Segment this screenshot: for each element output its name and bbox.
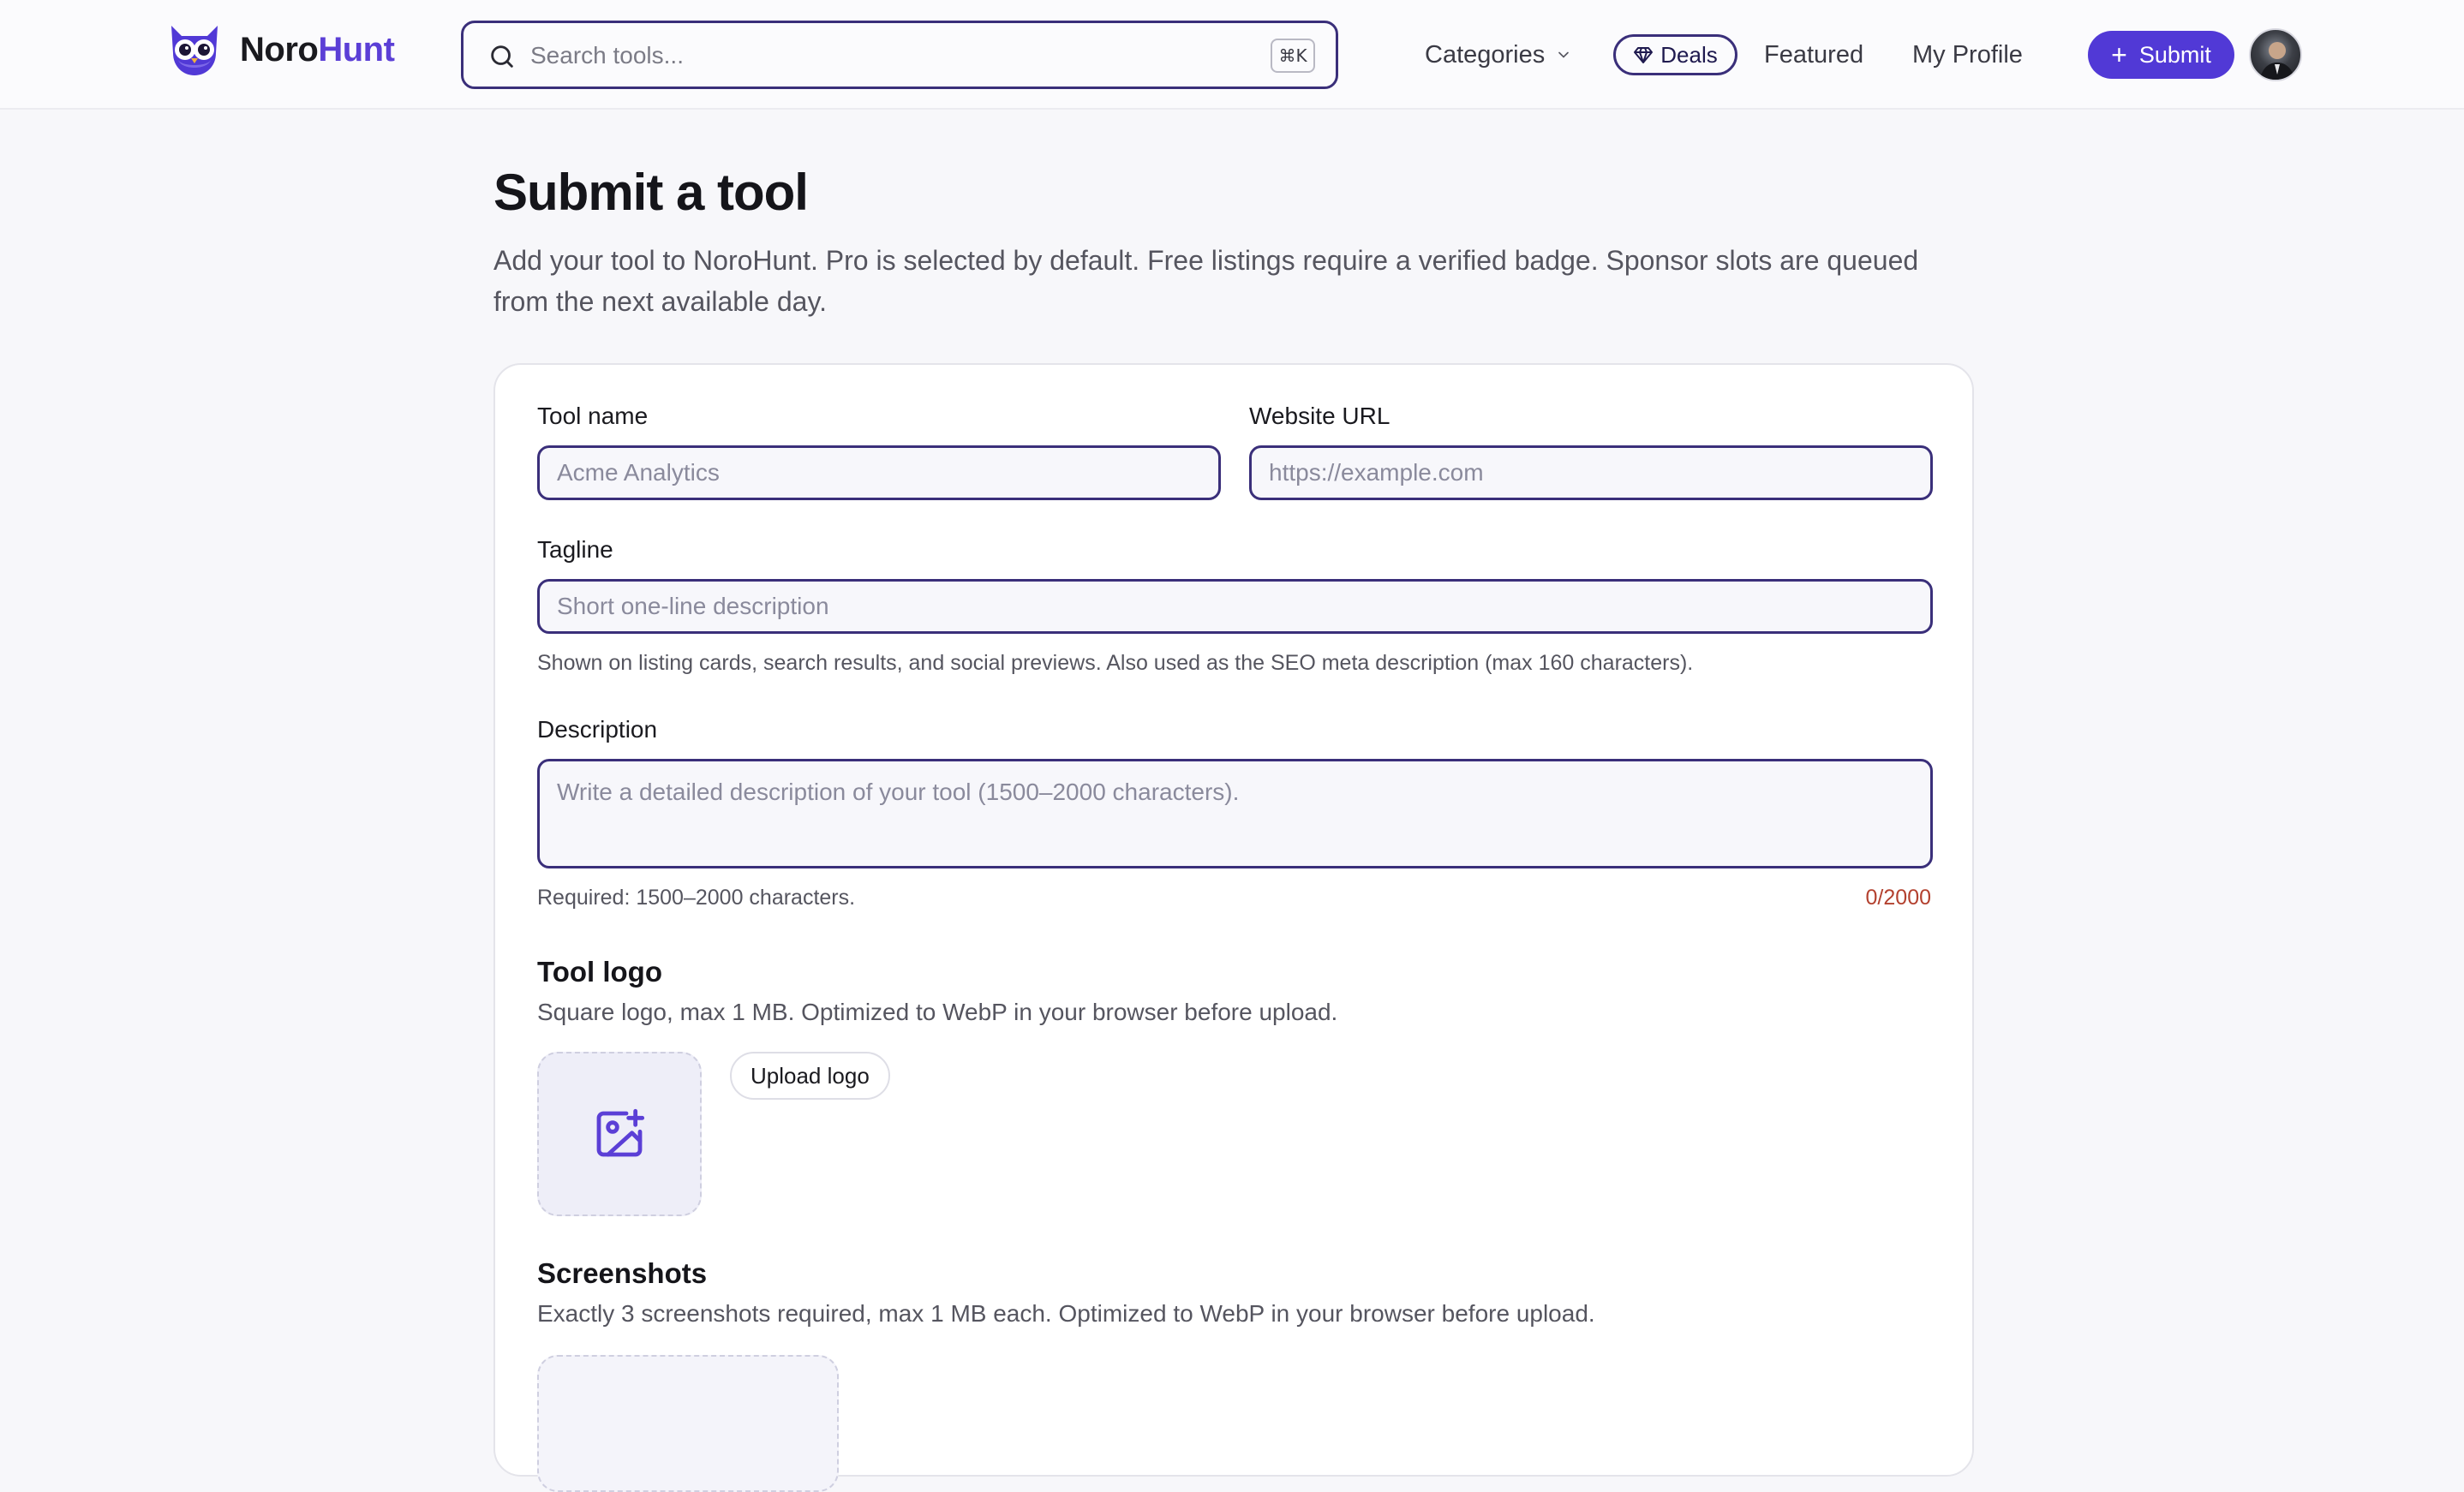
website-url-input[interactable] <box>1249 445 1933 500</box>
upload-logo-label: Upload logo <box>751 1062 870 1089</box>
avatar-image <box>2259 42 2295 80</box>
submit-form-card: Tool name Website URL Tagline Shown on l… <box>493 363 1974 1492</box>
nav-my-profile[interactable]: My Profile <box>1912 34 2023 75</box>
plus-icon: + <box>2111 39 2127 70</box>
tagline-input[interactable] <box>537 579 1933 634</box>
description-textarea[interactable] <box>537 759 1933 868</box>
page-subtitle: Add your tool to NoroHunt. Pro is select… <box>493 245 1919 317</box>
description-label: Description <box>537 716 658 743</box>
nav-categories-label: Categories <box>1425 41 1546 69</box>
tool-name-label: Tool name <box>537 403 649 429</box>
brand-name: NoroHunt <box>240 30 395 69</box>
page-title: Submit a tool <box>493 164 809 221</box>
description-char-counter: 0/2000 <box>1865 886 1931 910</box>
tagline-label: Tagline <box>537 536 613 563</box>
chevron-down-icon <box>1558 51 1570 58</box>
search-input[interactable] <box>530 35 1216 76</box>
image-plus-icon <box>596 1108 645 1157</box>
tool-logo-subtitle: Square logo, max 1 MB. Optimized to WebP… <box>537 999 1338 1025</box>
screenshots-subtitle: Exactly 3 screenshots required, max 1 MB… <box>537 1300 1595 1327</box>
owl-logo-icon <box>171 26 218 75</box>
tool-name-input[interactable] <box>537 445 1221 500</box>
search-icon <box>491 45 513 68</box>
screenshot-dropzone[interactable] <box>537 1355 839 1492</box>
tool-logo-title: Tool logo <box>537 956 663 988</box>
nav-featured[interactable]: Featured <box>1764 34 1863 75</box>
nav-deals-label: Deals <box>1660 41 1718 68</box>
nav-categories[interactable]: Categories <box>1425 34 1572 75</box>
brand-logo[interactable]: NoroHunt <box>164 22 395 77</box>
brand-name-main: Noro <box>240 30 319 69</box>
diamond-icon <box>1634 47 1654 63</box>
submit-tool-button[interactable]: + Submit <box>2088 31 2234 79</box>
search-shortcut-badge: ⌘K <box>1271 39 1315 73</box>
website-url-label: Website URL <box>1249 403 1390 429</box>
brand-name-accent: Hunt <box>318 30 395 69</box>
nav-deals-button[interactable]: Deals <box>1613 34 1737 75</box>
logo-dropzone[interactable] <box>537 1052 702 1216</box>
user-avatar[interactable] <box>2249 28 2302 81</box>
submit-label: Submit <box>2138 41 2211 68</box>
screenshots-title: Screenshots <box>537 1257 708 1289</box>
top-nav-bar: NoroHunt ⌘K Categories Deals Featured My… <box>0 0 2464 110</box>
upload-logo-button[interactable]: Upload logo <box>730 1052 890 1100</box>
description-help-text: Required: 1500–2000 characters. <box>537 886 856 910</box>
tagline-help-text: Shown on listing cards, search results, … <box>537 651 1694 675</box>
search-bar[interactable]: ⌘K <box>461 21 1338 89</box>
